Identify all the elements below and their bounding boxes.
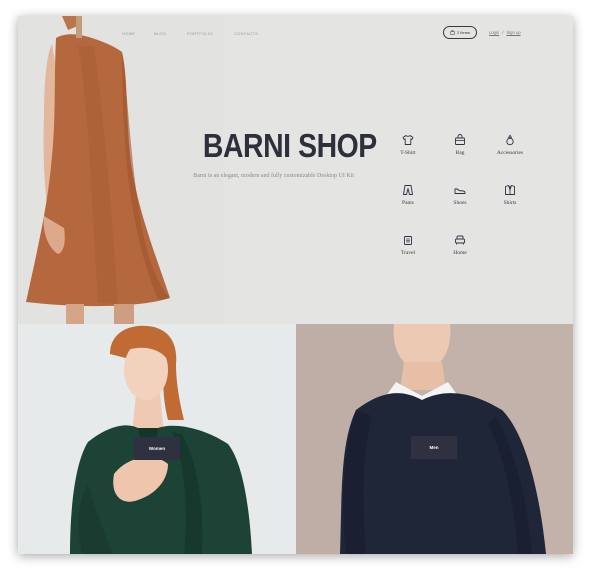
category-label: Pants [402, 200, 414, 206]
category-shirts[interactable]: Shirts [488, 184, 532, 206]
category-shoes[interactable]: Shoes [438, 184, 482, 206]
category-accessories[interactable]: Accessories [488, 134, 532, 156]
luggage-icon [404, 236, 412, 245]
category-label: T-Shirt [400, 150, 416, 156]
page-title: BARNI SHOP [202, 127, 377, 164]
nav-item-contacts[interactable]: Contacts [234, 31, 258, 36]
men-category-tile[interactable]: Men [296, 324, 573, 554]
bag-icon [455, 134, 465, 145]
category-label: Travel [400, 250, 416, 256]
category-bag[interactable]: Bag [438, 134, 482, 156]
category-travel[interactable]: Travel [386, 234, 430, 256]
auth-links: Login / Sign up [489, 30, 521, 35]
ring-icon [506, 134, 514, 146]
nav-item-portfolio[interactable]: Portfolio [187, 31, 213, 36]
nav-item-blog[interactable]: Blog [154, 31, 166, 36]
cart-count-label: 2 Items [456, 30, 471, 35]
pants-icon [403, 185, 413, 195]
nav-item-home[interactable]: Home [122, 31, 135, 36]
hero-model-photo [18, 16, 223, 324]
armchair-icon [455, 235, 465, 245]
category-home[interactable]: Home [438, 234, 482, 256]
bag-icon [450, 30, 455, 35]
men-button[interactable]: Men [411, 436, 457, 459]
category-pants[interactable]: Pants [386, 184, 430, 206]
category-label: Home [453, 250, 467, 256]
hero-section: Home Blog Portfolio Contacts 2 Items Log… [18, 16, 573, 324]
tshirt-icon [402, 135, 414, 145]
women-button[interactable]: Women [134, 437, 180, 460]
category-label: Accessories [496, 150, 524, 156]
shirt-icon [505, 185, 515, 195]
shop-page: Home Blog Portfolio Contacts 2 Items Log… [18, 16, 573, 554]
signup-link[interactable]: Sign up [506, 30, 520, 35]
login-link[interactable]: Login [489, 30, 499, 35]
shoe-icon [454, 188, 466, 194]
auth-separator: / [502, 30, 504, 35]
category-label: Shirts [503, 200, 517, 206]
category-tshirt[interactable]: T-Shirt [386, 134, 430, 156]
category-label: Bag [455, 150, 465, 156]
hero-subtitle: Barni is an elegant, modern and fully cu… [193, 173, 354, 179]
category-label: Shoes [453, 200, 467, 206]
women-category-tile[interactable]: Women [18, 324, 296, 554]
cart-button[interactable]: 2 Items [443, 26, 477, 39]
category-grid: T-Shirt Bag Accessories Pants Shoes Shir… [386, 134, 536, 264]
